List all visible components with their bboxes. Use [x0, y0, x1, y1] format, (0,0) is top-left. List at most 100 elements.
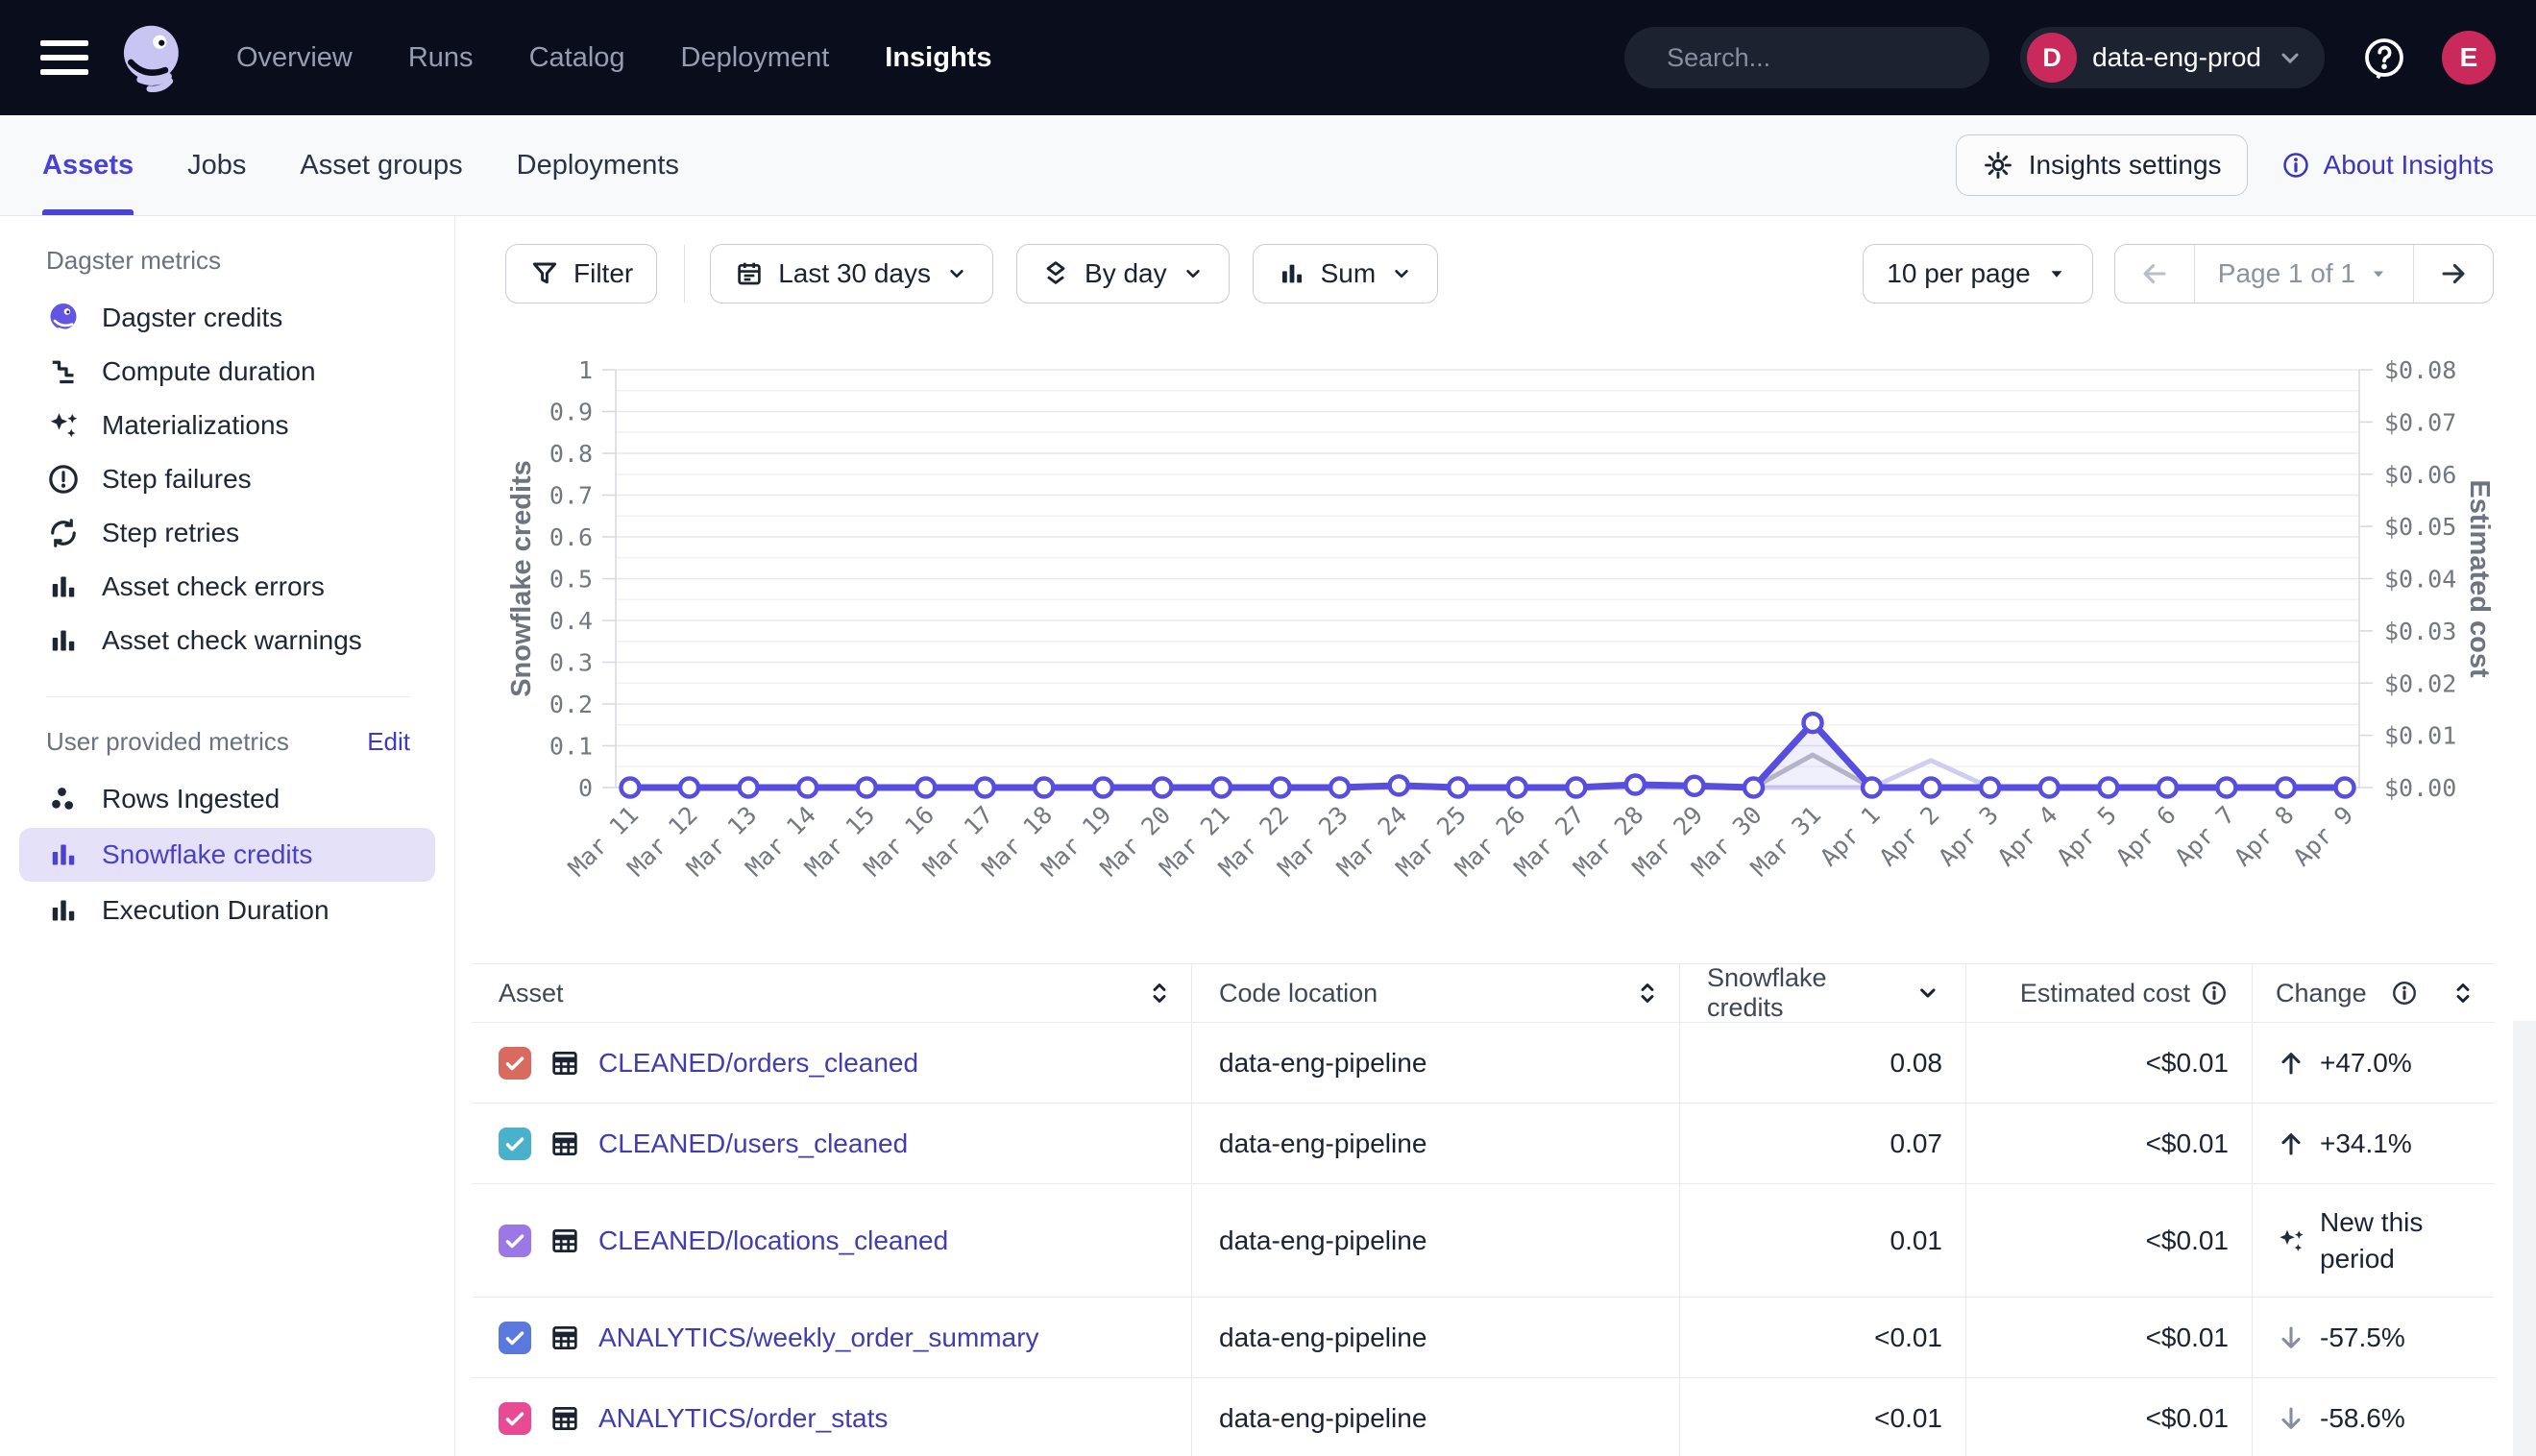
tab-jobs[interactable]: Jobs [187, 115, 246, 215]
search-input[interactable] [1667, 43, 2007, 73]
prev-page-button[interactable] [2115, 245, 2194, 303]
snowflake-credits-chart[interactable]: 00.10.20.30.40.50.60.70.80.91$0.00$0.01$… [455, 317, 2536, 970]
per-page-dropdown[interactable]: 10 per page [1863, 244, 2092, 303]
main-content: FilterLast 30 daysBy daySum 10 per page … [455, 216, 2536, 1456]
column-header-asset[interactable]: Asset [472, 964, 1192, 1022]
layers-icon [1040, 258, 1071, 289]
row-checkbox[interactable] [499, 1128, 531, 1160]
sidebar-item-asset-check-warnings[interactable]: Asset check warnings [0, 614, 454, 667]
cost-value: <$0.01 [2146, 1225, 2229, 1256]
page-indicator-label: Page 1 of 1 [2218, 258, 2355, 289]
svg-text:Apr 3: Apr 3 [1933, 801, 2004, 872]
sidebar-item-label: Compute duration [102, 356, 316, 387]
svg-text:$0.03: $0.03 [2384, 618, 2456, 645]
column-label: Code location [1219, 979, 1378, 1008]
org-switcher[interactable]: D data-eng-prod [2020, 27, 2325, 88]
about-insights-link[interactable]: About Insights [2280, 150, 2494, 181]
asset-link[interactable]: CLEANED/locations_cleaned [598, 1225, 948, 1256]
bars-icon [46, 893, 81, 928]
page-indicator-dropdown[interactable]: Page 1 of 1 [2194, 245, 2413, 303]
code-location-value: data-eng-pipeline [1219, 1225, 1426, 1256]
next-page-button[interactable] [2413, 245, 2493, 303]
row-checkbox[interactable] [499, 1402, 531, 1435]
row-checkbox[interactable] [499, 1225, 531, 1257]
column-header-code-location[interactable]: Code location [1192, 964, 1680, 1022]
sum-button[interactable]: Sum [1253, 244, 1439, 303]
alert-icon [46, 462, 81, 497]
stairs-icon [46, 354, 81, 389]
svg-text:$0.08: $0.08 [2384, 356, 2456, 384]
asset-link[interactable]: ANALYTICS/order_stats [598, 1403, 888, 1434]
row-checkbox[interactable] [499, 1322, 531, 1354]
sidebar-item-asset-check-errors[interactable]: Asset check errors [0, 560, 454, 614]
nav-item-insights[interactable]: Insights [885, 42, 991, 74]
sidebar-item-rows-ingested[interactable]: Rows Ingested [0, 772, 454, 826]
dagster-icon [46, 301, 81, 335]
table-asset-icon [549, 1225, 581, 1257]
svg-text:0.6: 0.6 [549, 523, 593, 551]
column-header-snowflake-credits[interactable]: Snowflake credits [1680, 964, 1966, 1022]
table-header-row: Asset Code location Snowflake creditsEstim… [472, 964, 2495, 1023]
sidebar-item-compute-duration[interactable]: Compute duration [0, 345, 454, 399]
tab-asset-groups[interactable]: Asset groups [300, 115, 462, 215]
nav-item-runs[interactable]: Runs [408, 42, 474, 74]
svg-text:0.9: 0.9 [549, 399, 593, 426]
dagster-logo-icon[interactable] [115, 20, 190, 95]
caret-down-icon [1389, 261, 1414, 286]
sidebar-item-snowflake-credits[interactable]: Snowflake credits [19, 828, 435, 882]
arrow-down-icon [2276, 1323, 2306, 1353]
tab-deployments[interactable]: Deployments [517, 115, 679, 215]
scrollbar-track[interactable] [2513, 1021, 2536, 1456]
column-header-estimated-cost[interactable]: Estimated cost [1966, 964, 2253, 1022]
info-icon [2200, 979, 2229, 1007]
menu-icon[interactable] [40, 40, 88, 75]
table-row: ANALYTICS/weekly_order_summarydata-eng-p… [472, 1298, 2495, 1378]
svg-text:Snowflake credits: Snowflake credits [506, 460, 537, 697]
nav-item-catalog[interactable]: Catalog [529, 42, 625, 74]
cost-value: <$0.01 [2146, 1048, 2229, 1079]
svg-text:$0.00: $0.00 [2384, 774, 2456, 802]
refresh-icon [46, 516, 81, 550]
nav-item-overview[interactable]: Overview [236, 42, 353, 74]
row-checkbox[interactable] [499, 1047, 531, 1080]
sidebar-item-step-retries[interactable]: Step retries [0, 506, 454, 560]
dots-icon [46, 782, 81, 816]
help-icon[interactable] [2361, 35, 2407, 81]
sidebar-item-dagster-credits[interactable]: Dagster credits [0, 291, 454, 345]
asset-link[interactable]: CLEANED/orders_cleaned [598, 1048, 918, 1079]
sort-icon [1145, 979, 1174, 1007]
sidebar-divider [46, 696, 410, 697]
column-label: Asset [499, 979, 564, 1008]
edit-metrics-link[interactable]: Edit [367, 727, 410, 757]
sidebar-item-label: Materializations [102, 410, 289, 441]
asset-link[interactable]: ANALYTICS/weekly_order_summary [598, 1323, 1039, 1353]
sidebar-item-label: Asset check warnings [102, 625, 362, 656]
user-avatar[interactable]: E [2442, 31, 2496, 85]
per-page-label: 10 per page [1887, 258, 2030, 289]
global-search[interactable]: / [1624, 27, 1989, 88]
arrow-down-icon [2276, 1403, 2306, 1434]
svg-text:Apr 2: Apr 2 [1874, 801, 1945, 872]
credits-value: 0.01 [1890, 1225, 1943, 1256]
column-header-change[interactable]: Change [2253, 964, 2495, 1022]
by-day-button[interactable]: By day [1016, 244, 1230, 303]
table-body: CLEANED/orders_cleaned data-eng-pipeline 0… [472, 1023, 2495, 1456]
sidebar-item-step-failures[interactable]: Step failures [0, 452, 454, 506]
change-value: +34.1% [2320, 1126, 2412, 1162]
svg-text:Apr 7: Apr 7 [2169, 801, 2240, 872]
tab-assets[interactable]: Assets [42, 115, 134, 215]
asset-link[interactable]: CLEANED/users_cleaned [598, 1128, 908, 1159]
info-icon [2390, 979, 2419, 1007]
cost-value: <$0.01 [2146, 1128, 2229, 1159]
sidebar-item-execution-duration[interactable]: Execution Duration [0, 884, 454, 937]
column-label: Change [2276, 979, 2367, 1008]
table-row: CLEANED/locations_cleaned data-eng-pipeli… [472, 1184, 2495, 1298]
insights-settings-button[interactable]: Insights settings [1956, 134, 2248, 196]
nav-item-deployment[interactable]: Deployment [681, 42, 830, 74]
sidebar-item-label: Step retries [102, 518, 239, 548]
sidebar-item-materializations[interactable]: Materializations [0, 399, 454, 452]
svg-text:0: 0 [578, 774, 593, 802]
filter-button[interactable]: Filter [505, 244, 657, 303]
assets-table: Asset Code location Snowflake creditsEstim… [472, 963, 2495, 1456]
last-30-days-button[interactable]: Last 30 days [710, 244, 993, 303]
